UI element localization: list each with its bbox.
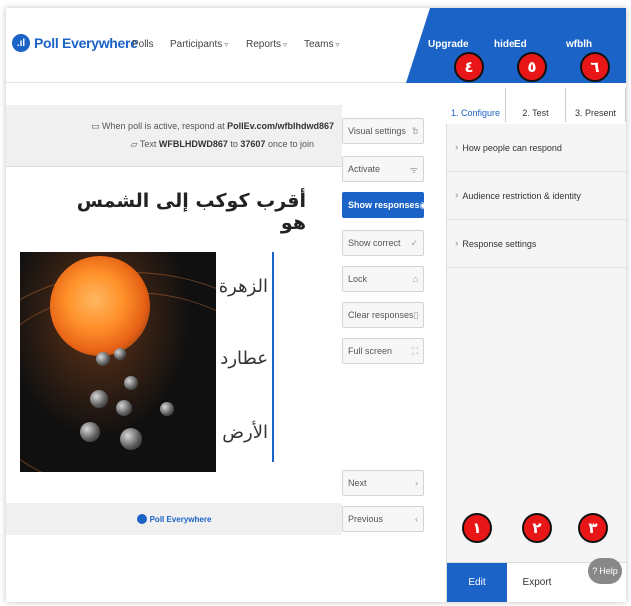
hide-link[interactable]: hide	[494, 39, 515, 50]
answer-option: الزهرة	[218, 276, 268, 297]
accordion-audience-restriction[interactable]: › Audience restriction & identity	[447, 172, 626, 220]
poll-everywhere-logo[interactable]: .ıl Poll Everywhere	[12, 34, 138, 52]
upgrade-link[interactable]: Upgrade	[428, 39, 469, 50]
question-icon: ?	[592, 566, 598, 576]
fullscreen-icon: ⛶	[411, 345, 418, 356]
paint-icon: ᵬ	[412, 126, 418, 136]
activate-button[interactable]: Activate ᯤ	[342, 156, 424, 182]
footer-branding: Poll Everywhere	[6, 503, 342, 535]
next-button[interactable]: Next ›	[342, 470, 424, 496]
logo-icon	[136, 514, 147, 524]
clear-responses-button[interactable]: Clear responses ▯	[342, 302, 424, 328]
annotation-badge-2: ٢	[522, 513, 552, 543]
accordion-how-people-respond[interactable]: › How people can respond	[447, 124, 626, 172]
logo-text: Poll Everywhere	[34, 35, 138, 51]
nav-teams[interactable]: Teams ▿	[304, 39, 339, 50]
tab-edit[interactable]: Edit	[447, 562, 507, 602]
full-screen-button[interactable]: Full screen ⛶	[342, 338, 424, 364]
help-button[interactable]: ? Help	[588, 558, 622, 584]
accordion-response-settings[interactable]: › Response settings	[447, 220, 626, 268]
lock-icon: ⌂	[412, 274, 418, 284]
lock-button[interactable]: Lock ⌂	[342, 266, 424, 292]
annotation-badge-3: ٣	[578, 513, 608, 543]
text-code-line: ▱ Text WFBLHDWD867 to 37607 once to join	[130, 139, 314, 149]
show-correct-button[interactable]: Show correct ✓	[342, 230, 424, 256]
nav-reports[interactable]: Reports ▿	[246, 39, 287, 50]
nav-polls[interactable]: Polls	[132, 39, 154, 50]
tab-export[interactable]: Export	[507, 562, 567, 602]
visual-settings-button[interactable]: Visual settings ᵬ	[342, 118, 424, 144]
step-tabs: 1. Configure 2. Test 3. Present	[446, 88, 626, 122]
tab-test[interactable]: 2. Test	[506, 88, 566, 122]
monitor-icon: ▭	[91, 121, 100, 131]
nav-participants[interactable]: Participants ▿	[170, 39, 228, 50]
chevron-right-icon: ›	[415, 478, 418, 488]
poll-image-solar-system	[20, 252, 216, 472]
chevron-left-icon: ‹	[415, 514, 418, 524]
chevron-down-icon: ▿	[224, 40, 229, 49]
previous-button[interactable]: Previous ‹	[342, 506, 424, 532]
respond-url-line: ▭ When poll is active, respond at PollEv…	[91, 121, 334, 131]
poll-instructions-bar: ▭ When poll is active, respond at PollEv…	[6, 105, 342, 167]
eye-icon: ◉	[419, 199, 428, 210]
answer-option: الأرض	[222, 422, 268, 443]
wifi-icon: ᯤ	[409, 164, 418, 175]
annotation-badge-1: ١	[462, 513, 492, 543]
annotation-badge-4: ٤	[454, 52, 484, 82]
chevron-down-icon: ▿	[335, 40, 340, 49]
app-window: .ıl Poll Everywhere Polls Participants ▿ …	[6, 8, 626, 602]
question-title: أقرب كوكب إلى الشمس هو	[76, 190, 306, 234]
chevron-down-icon: ▿	[283, 40, 288, 49]
annotation-badge-5: ٥	[517, 52, 547, 82]
checkmark-icon: ✓	[410, 237, 418, 248]
chevron-right-icon: ›	[455, 142, 459, 153]
tab-present[interactable]: 3. Present	[566, 88, 626, 122]
answer-option: عطارد	[220, 348, 268, 369]
message-icon: ▱	[130, 139, 138, 149]
trash-icon: ▯	[413, 309, 419, 320]
chevron-right-icon: ›	[455, 190, 459, 201]
answer-divider	[272, 252, 274, 462]
annotation-badge-6: ٦	[580, 52, 610, 82]
edit-user-link[interactable]: Ed	[514, 39, 527, 50]
logo-icon: .ıl	[12, 34, 30, 52]
tab-configure[interactable]: 1. Configure	[446, 88, 506, 122]
show-responses-button[interactable]: Show responses ◉	[342, 192, 427, 218]
user-menu[interactable]: wfblh	[566, 39, 592, 50]
chevron-right-icon: ›	[455, 238, 459, 249]
